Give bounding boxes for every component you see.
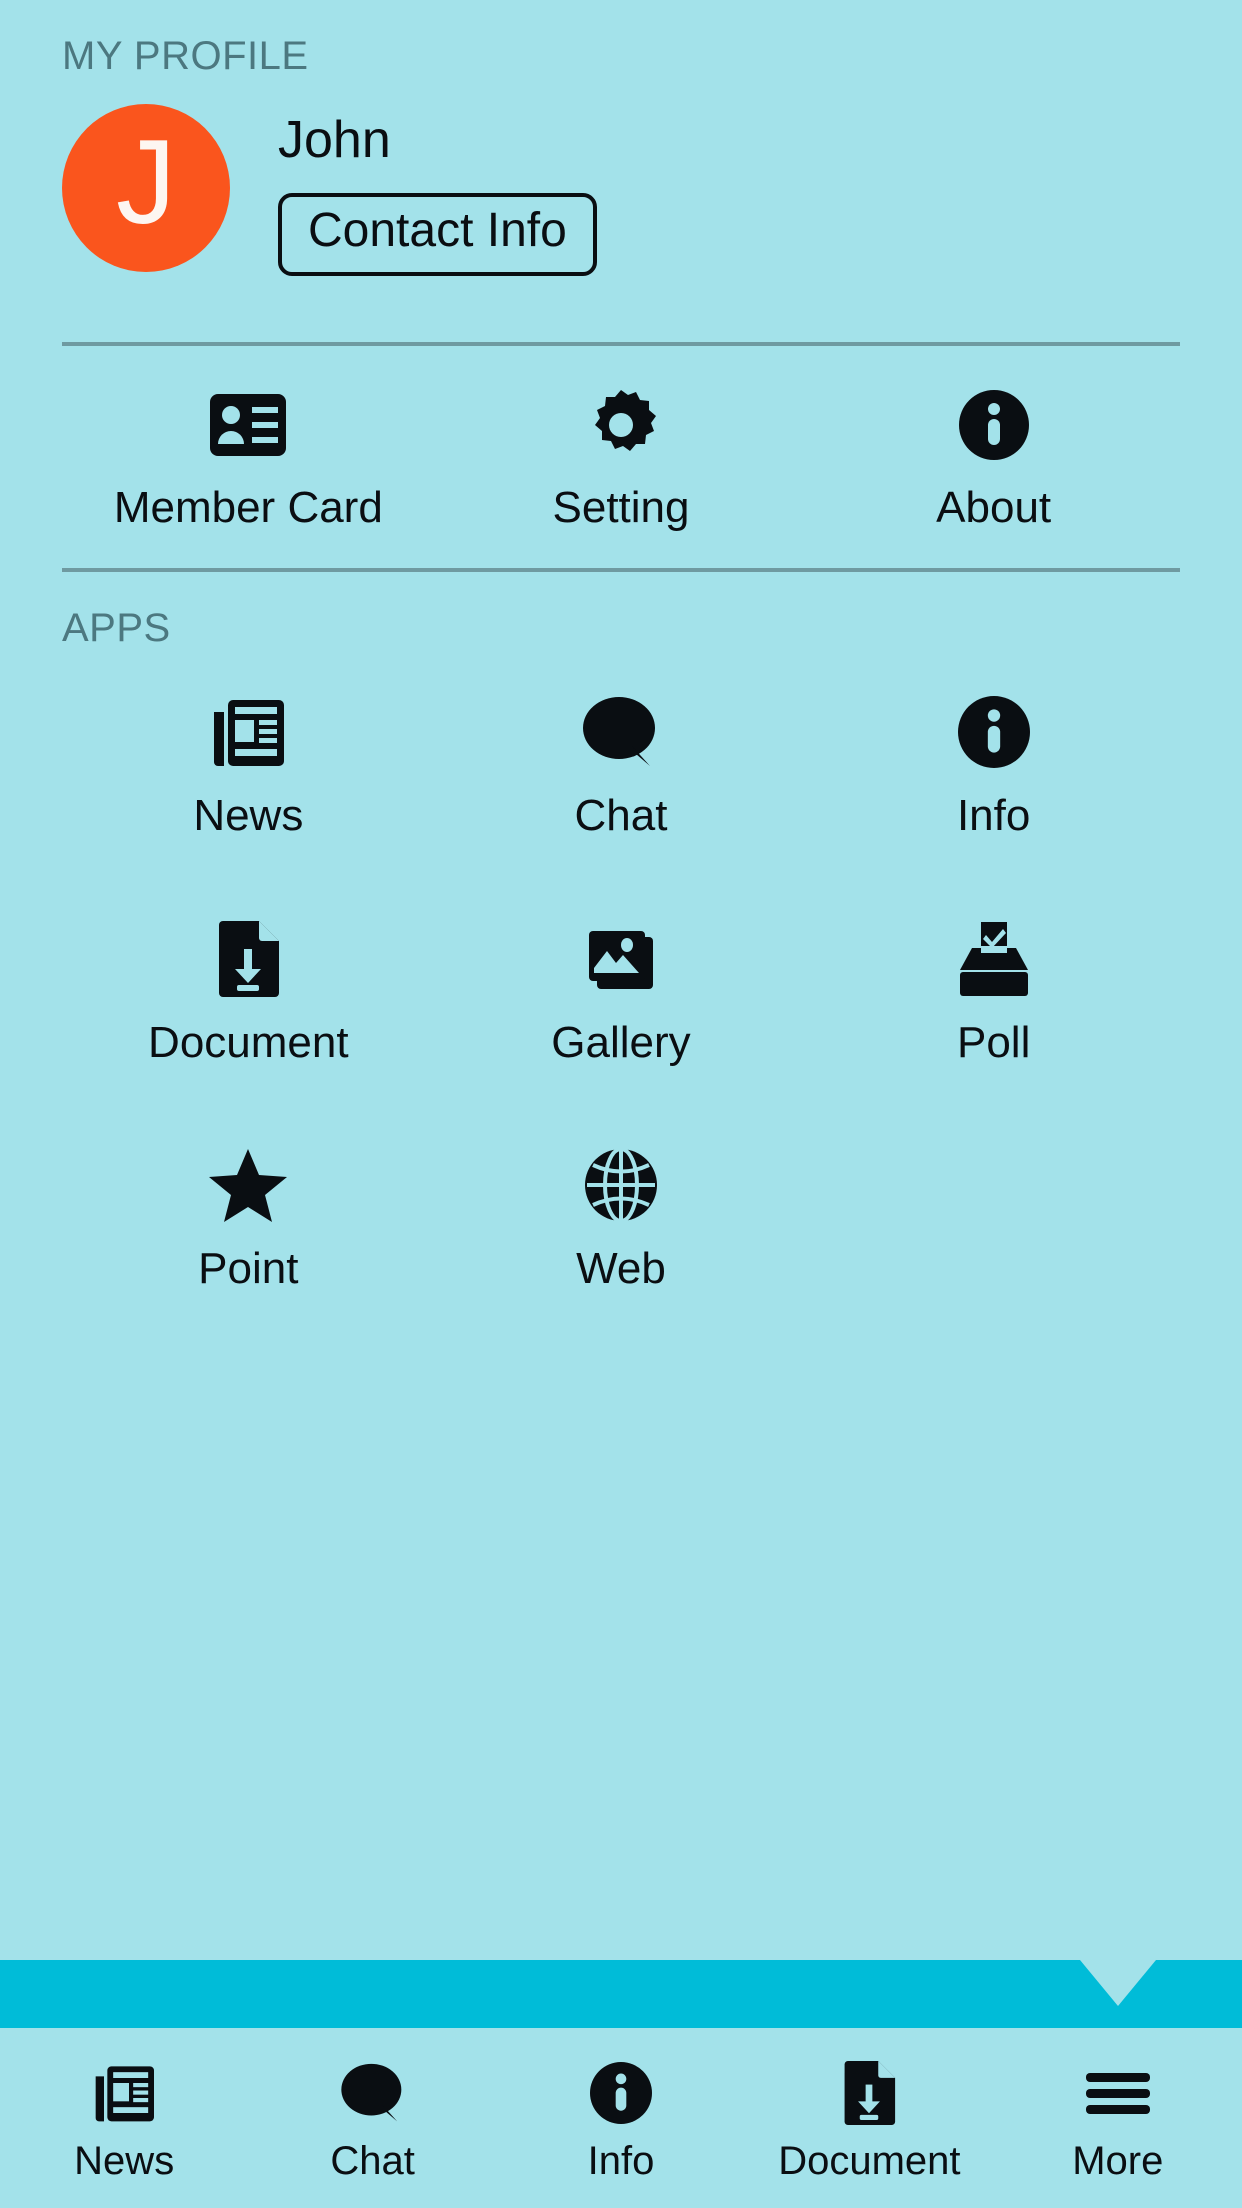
app-tile-label: Gallery	[551, 1017, 691, 1067]
globe-icon	[584, 1147, 658, 1223]
photos-icon	[583, 921, 659, 997]
app-tile-web[interactable]: Web	[435, 1147, 808, 1293]
profile-row: J John Contact Info	[62, 104, 1180, 294]
quick-action-member-card[interactable]: Member Card	[62, 388, 435, 532]
quick-action-label: Setting	[552, 483, 690, 532]
quick-action-label: About	[936, 483, 1052, 532]
info-circle-icon	[957, 694, 1030, 770]
profile-name: John	[278, 111, 391, 169]
app-tile-label: Web	[576, 1244, 666, 1294]
info-circle-icon	[589, 2061, 652, 2125]
accent-bar	[0, 1960, 1242, 2028]
app-screen: MY PROFILE J John Contact Info Member Ca…	[0, 0, 1242, 2208]
app-tile-label: Document	[148, 1017, 349, 1067]
file-download-icon	[842, 2061, 896, 2125]
apps-section-header: APPS	[62, 606, 171, 651]
app-tile-label: Poll	[956, 1017, 1031, 1067]
quick-actions-grid: Member Card Setting About	[62, 346, 1180, 568]
apps-grid: News Chat Info Document Gallery Poll Poi…	[62, 660, 1180, 1293]
file-download-icon	[217, 920, 280, 997]
profile-text-block: John Contact Info	[278, 104, 597, 276]
app-tile-label: Chat	[574, 791, 668, 841]
member-card-icon	[210, 388, 287, 462]
quick-action-about[interactable]: About	[807, 388, 1180, 532]
app-tile-news[interactable]: News	[62, 694, 435, 840]
app-tile-label: Info	[956, 791, 1031, 841]
app-tile-gallery[interactable]: Gallery	[435, 921, 808, 1067]
nav-item-news[interactable]: News	[0, 2053, 248, 2183]
nav-item-document[interactable]: Document	[745, 2053, 993, 2183]
nav-item-chat[interactable]: Chat	[248, 2053, 496, 2183]
gear-icon	[586, 388, 656, 462]
scroll-content: MY PROFILE J John Contact Info Member Ca…	[0, 0, 1242, 1960]
contact-info-button[interactable]: Contact Info	[278, 193, 597, 276]
app-tile-document[interactable]: Document	[62, 920, 435, 1067]
star-icon	[207, 1147, 289, 1223]
app-tile-label: Point	[198, 1244, 299, 1294]
nav-item-label: Info	[587, 2139, 655, 2183]
my-profile-section-header: MY PROFILE	[62, 34, 309, 78]
newspaper-icon	[210, 694, 286, 770]
app-tile-chat[interactable]: Chat	[435, 694, 808, 840]
active-tab-notch	[1080, 1960, 1156, 2006]
speech-bubble-icon	[582, 694, 660, 770]
app-tile-point[interactable]: Point	[62, 1147, 435, 1293]
hamburger-menu-icon	[1084, 2061, 1152, 2125]
nav-item-label: News	[74, 2139, 175, 2183]
nav-item-more[interactable]: More	[994, 2053, 1242, 2183]
nav-item-label: Document	[778, 2139, 961, 2183]
avatar[interactable]: J	[62, 104, 230, 272]
quick-action-setting[interactable]: Setting	[435, 388, 808, 532]
speech-bubble-icon	[340, 2061, 406, 2125]
nav-item-info[interactable]: Info	[497, 2053, 745, 2183]
ballot-box-icon	[954, 921, 1034, 997]
app-tile-label: News	[193, 791, 304, 841]
quick-action-label: Member Card	[113, 483, 383, 532]
app-tile-poll[interactable]: Poll	[807, 921, 1180, 1067]
bottom-navigation-bar: News Chat Info Document More	[0, 2028, 1242, 2208]
info-circle-icon	[958, 388, 1029, 462]
nav-item-label: More	[1072, 2139, 1164, 2183]
app-tile-info[interactable]: Info	[807, 694, 1180, 840]
nav-item-label: Chat	[330, 2139, 415, 2183]
newspaper-icon	[92, 2061, 156, 2125]
